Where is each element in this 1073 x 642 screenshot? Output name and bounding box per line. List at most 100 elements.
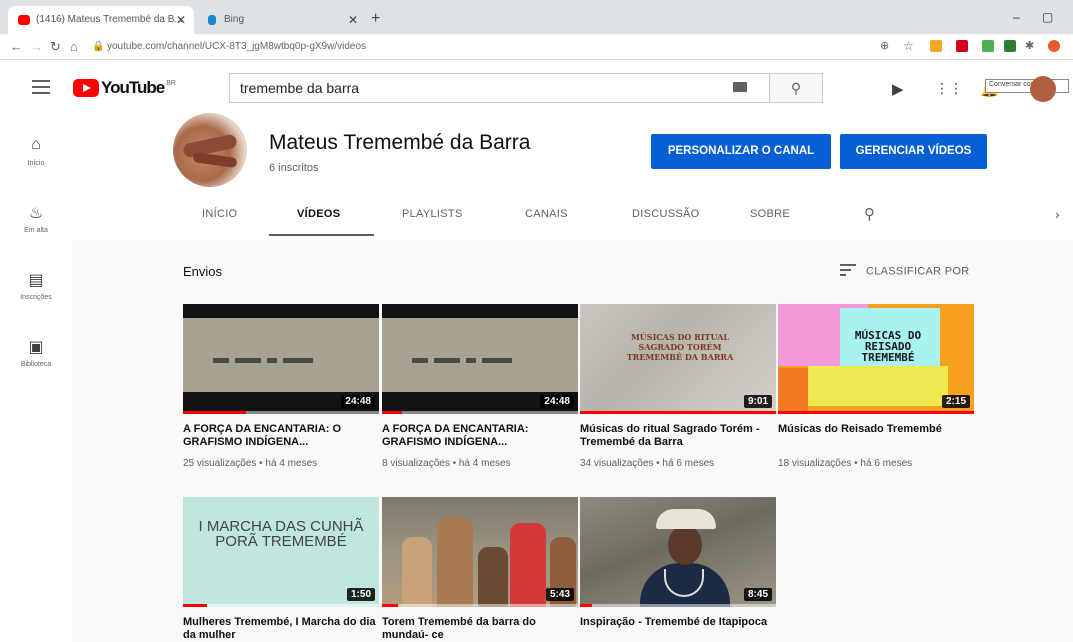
url-field[interactable]: youtube.com/channel/UCX-8T3_jgM8wtbq0p-g… bbox=[107, 38, 867, 56]
zoom-icon[interactable]: ⊕ bbox=[880, 39, 889, 52]
guide-label: Inscrições bbox=[20, 294, 52, 301]
search-button[interactable]: ⚲ bbox=[769, 73, 823, 103]
youtube-play-icon bbox=[73, 79, 99, 97]
video-card[interactable]: I MARCHA DAS CUNHÃ PORÃ TREMEMBÉ 1:50 Mu… bbox=[183, 497, 379, 642]
channel-avatar[interactable] bbox=[173, 113, 247, 187]
thumbnail-text: I MARCHA DAS CUNHÃ PORÃ TREMEMBÉ bbox=[198, 518, 364, 550]
account-avatar[interactable] bbox=[1030, 76, 1056, 102]
manage-videos-button[interactable]: GERENCIAR VÍDEOS bbox=[840, 134, 987, 169]
profile-avatar-icon[interactable] bbox=[1048, 40, 1060, 52]
video-title[interactable]: A FORÇA DA ENCANTARIA: O GRAFISMO INDÍGE… bbox=[183, 423, 379, 449]
reload-icon[interactable]: ↻ bbox=[50, 39, 61, 55]
extension-icon[interactable] bbox=[956, 40, 968, 52]
browser-tab-youtube[interactable]: (1416) Mateus Tremembé da B... ✕ bbox=[8, 6, 194, 34]
close-tab-icon[interactable]: ✕ bbox=[176, 13, 186, 27]
browser-tab-title: (1416) Mateus Tremembé da B... bbox=[36, 14, 183, 25]
video-meta: 8 visualizações • há 4 meses bbox=[382, 458, 511, 469]
video-thumbnail[interactable]: MÚSICAS DO RITUAL SAGRADO TORÉM TREMEMBÉ… bbox=[580, 304, 776, 414]
guide-item-home[interactable]: ⌂ Início bbox=[0, 136, 72, 167]
video-meta: 25 visualizações • há 4 meses bbox=[183, 458, 318, 469]
maximize-icon[interactable]: ▢ bbox=[1042, 10, 1053, 24]
video-title[interactable]: Inspiração - Tremembé de Itapipoca bbox=[580, 616, 776, 642]
video-duration: 24:48 bbox=[540, 395, 574, 408]
back-icon[interactable]: ← bbox=[10, 39, 23, 54]
youtube-header: YouTube BR tremembe da barra ⚲ ▶ ⋮⋮ 🔔 Co… bbox=[0, 60, 1073, 116]
video-thumbnail[interactable]: 24:48 bbox=[382, 304, 578, 414]
channel-tabs: INÍCIO VÍDEOS PLAYLISTS CANAIS DISCUSSÃO… bbox=[0, 195, 1073, 237]
tab-channels[interactable]: CANAIS bbox=[525, 208, 568, 220]
video-thumbnail[interactable]: 5:43 bbox=[382, 497, 578, 607]
thumbnail-text: MÚSICAS DO REISADO TREMEMBÉ bbox=[854, 329, 922, 364]
customize-channel-button[interactable]: PERSONALIZAR O CANAL bbox=[651, 134, 831, 169]
forward-icon[interactable]: → bbox=[30, 39, 43, 54]
video-card[interactable]: 5:43 Torem Tremembé da barra do mundaú- … bbox=[382, 497, 578, 642]
video-thumbnail[interactable]: 24:48 bbox=[183, 304, 379, 414]
subscriptions-icon: ▤ bbox=[28, 272, 44, 289]
bing-favicon-icon bbox=[208, 15, 216, 25]
channel-name: Mateus Tremembé da Barra bbox=[269, 131, 531, 154]
keyboard-icon[interactable] bbox=[733, 82, 747, 92]
lock-icon: 🔒 bbox=[92, 41, 105, 52]
search-icon: ⚲ bbox=[790, 80, 802, 96]
youtube-logo[interactable]: YouTube BR bbox=[73, 78, 176, 98]
browser-tab-bing[interactable]: Bing ✕ bbox=[196, 6, 366, 34]
video-duration: 5:43 bbox=[545, 588, 574, 601]
video-title[interactable]: Mulheres Tremembé, I Marcha do dia da mu… bbox=[183, 616, 379, 642]
video-duration: 24:48 bbox=[341, 395, 375, 408]
browser-tab-bar: (1416) Mateus Tremembé da B... ✕ Bing ✕ … bbox=[0, 0, 1073, 34]
bookmark-star-icon[interactable]: ☆ bbox=[903, 39, 914, 53]
video-title[interactable]: A FORÇA DA ENCANTARIA: GRAFISMO INDÍGENA… bbox=[382, 423, 578, 449]
guide-item-subscriptions[interactable]: ▤ Inscrições bbox=[0, 270, 72, 301]
video-thumbnail[interactable]: MÚSICAS DO REISADO TREMEMBÉ 2:15 bbox=[778, 304, 974, 414]
sort-icon bbox=[840, 264, 856, 279]
thumbnail-text: MÚSICAS DO RITUAL SAGRADO TORÉM TREMEMBÉ… bbox=[626, 332, 734, 362]
guide-label: Início bbox=[27, 160, 45, 167]
extension-icon[interactable] bbox=[930, 40, 942, 52]
create-video-icon[interactable]: ▶ bbox=[892, 80, 904, 98]
apps-grid-icon[interactable]: ⋮⋮ bbox=[935, 80, 963, 97]
video-title[interactable]: Músicas do Reisado Tremembé bbox=[778, 423, 974, 449]
guide-item-library[interactable]: ▣ Biblioteca bbox=[0, 337, 72, 368]
tab-discussion[interactable]: DISCUSSÃO bbox=[632, 208, 700, 220]
home-button-icon[interactable]: ⌂ bbox=[70, 39, 78, 54]
guide-label: Biblioteca bbox=[20, 361, 52, 368]
library-icon: ▣ bbox=[28, 339, 44, 356]
tab-home[interactable]: INÍCIO bbox=[202, 208, 237, 220]
minimize-icon[interactable]: – bbox=[1013, 10, 1020, 24]
active-tab-indicator bbox=[269, 234, 374, 236]
channel-search-icon[interactable]: ⚲ bbox=[864, 205, 875, 223]
close-tab-icon[interactable]: ✕ bbox=[348, 13, 358, 27]
tooltip: Conversar com a G... bbox=[985, 79, 1069, 93]
video-card[interactable]: 24:48 A FORÇA DA ENCANTARIA: O GRAFISMO … bbox=[183, 304, 379, 469]
video-title[interactable]: Músicas do ritual Sagrado Torém - Tremem… bbox=[580, 423, 776, 449]
chevron-right-icon[interactable]: › bbox=[1055, 206, 1060, 222]
home-icon: ⌂ bbox=[31, 136, 41, 153]
country-code: BR bbox=[166, 79, 176, 87]
extension-icon[interactable] bbox=[982, 40, 994, 52]
sort-button[interactable]: CLASSIFICAR POR bbox=[840, 264, 970, 279]
video-card[interactable]: MÚSICAS DO REISADO TREMEMBÉ 2:15 Músicas… bbox=[778, 304, 974, 469]
video-duration: 1:50 bbox=[346, 588, 375, 601]
tab-about[interactable]: SOBRE bbox=[750, 208, 790, 220]
sort-label: CLASSIFICAR POR bbox=[866, 265, 970, 278]
video-meta: 34 visualizações • há 6 meses bbox=[580, 458, 715, 469]
new-tab-icon[interactable]: + bbox=[371, 10, 380, 28]
subscriber-count: 6 inscritos bbox=[269, 162, 319, 174]
extensions-puzzle-icon[interactable]: ✱ bbox=[1025, 39, 1034, 52]
video-card[interactable]: 8:45 Inspiração - Tremembé de Itapipoca bbox=[580, 497, 776, 642]
search-input[interactable]: tremembe da barra bbox=[229, 73, 769, 103]
video-card[interactable]: 24:48 A FORÇA DA ENCANTARIA: GRAFISMO IN… bbox=[382, 304, 578, 469]
video-duration: 9:01 bbox=[743, 395, 772, 408]
extension-icon[interactable] bbox=[1004, 40, 1016, 52]
youtube-wordmark: YouTube bbox=[101, 78, 165, 97]
menu-icon[interactable] bbox=[32, 80, 50, 98]
tab-videos[interactable]: VÍDEOS bbox=[297, 208, 340, 220]
youtube-favicon-icon bbox=[18, 15, 30, 25]
video-title[interactable]: Torem Tremembé da barra do mundaú- ce bbox=[382, 616, 578, 642]
section-title: Envios bbox=[183, 264, 223, 279]
tab-playlists[interactable]: PLAYLISTS bbox=[402, 208, 463, 220]
browser-tab-title: Bing bbox=[224, 14, 245, 25]
video-thumbnail[interactable]: I MARCHA DAS CUNHÃ PORÃ TREMEMBÉ 1:50 bbox=[183, 497, 379, 607]
video-card[interactable]: MÚSICAS DO RITUAL SAGRADO TORÉM TREMEMBÉ… bbox=[580, 304, 776, 469]
video-thumbnail[interactable]: 8:45 bbox=[580, 497, 776, 607]
